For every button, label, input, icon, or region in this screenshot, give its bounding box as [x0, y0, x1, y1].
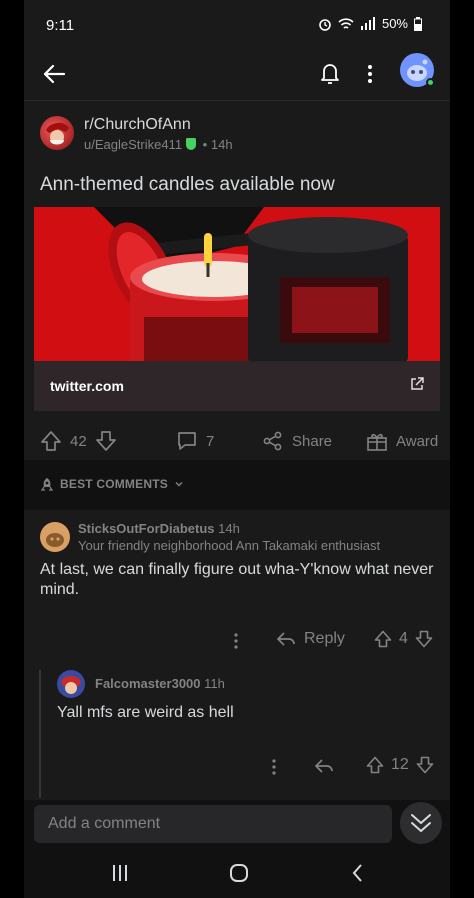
- comment-actions: Reply 4: [24, 630, 450, 652]
- vote-group: 42: [40, 430, 117, 452]
- reply-button[interactable]: Reply: [276, 630, 345, 648]
- share-icon: [263, 431, 282, 451]
- status-icons: 50%: [318, 16, 422, 31]
- reply-arrow-icon[interactable]: [314, 757, 334, 775]
- chevron-down-icon: [175, 482, 183, 487]
- comment-score: 4: [399, 630, 408, 647]
- header-divider: [24, 100, 450, 101]
- upvote-icon[interactable]: [40, 430, 62, 452]
- upvote-icon[interactable]: [374, 630, 392, 648]
- comment-author-line: SticksOutForDiabetus 14h: [78, 521, 240, 536]
- post-score: 42: [70, 432, 87, 450]
- post-author[interactable]: u/EagleStrike411: [84, 137, 182, 152]
- more-options-icon[interactable]: [360, 58, 380, 88]
- status-time: 9:11: [46, 17, 75, 34]
- comment-vote-group: 4: [374, 630, 433, 648]
- system-nav-bar: [24, 848, 450, 898]
- comment-actions: 12: [24, 756, 450, 778]
- post-header: r/ChurchOfAnn u/EagleStrike411 • 14h: [40, 114, 440, 158]
- battery-icon: [414, 16, 422, 31]
- home-icon[interactable]: [228, 862, 250, 884]
- commenter-avatar[interactable]: [40, 522, 70, 552]
- comment-more-icon[interactable]: [228, 632, 244, 650]
- signal-icon: [360, 16, 375, 30]
- wifi-icon: [338, 17, 354, 29]
- comment-body: Yall mfs are weird as hell: [57, 704, 234, 721]
- reply-arrow-icon: [277, 632, 295, 646]
- user-flair: Your friendly neighborhood Ann Takamaki …: [78, 538, 381, 553]
- link-domain[interactable]: twitter.com: [50, 378, 124, 394]
- comment-icon: [178, 432, 196, 450]
- comment-more-icon[interactable]: [266, 758, 282, 776]
- sort-button[interactable]: BEST COMMENTS: [40, 477, 184, 491]
- snoo-avatar-icon: [46, 533, 64, 547]
- double-chevron-down-icon: [411, 814, 431, 832]
- award-label: Award: [396, 432, 439, 450]
- alarm-icon: [319, 18, 331, 31]
- downvote-icon[interactable]: [416, 756, 434, 774]
- downvote-icon[interactable]: [415, 630, 433, 648]
- share-label: Share: [292, 432, 333, 450]
- award-gift-icon: [367, 433, 387, 451]
- online-status-dot: [426, 78, 435, 87]
- comment-username[interactable]: SticksOutForDiabetus: [78, 521, 215, 536]
- post-media-preview[interactable]: twitter.com: [34, 207, 440, 411]
- sort-label: BEST COMMENTS: [60, 477, 168, 491]
- post-title[interactable]: Ann-themed candles available now: [40, 174, 335, 196]
- comment: SticksOutForDiabetus 14h Your friendly n…: [24, 510, 450, 670]
- link-bar[interactable]: twitter.com: [34, 361, 440, 411]
- comment-count: 7: [206, 432, 215, 450]
- app-screen: 9:11 50% r/ChurchOfAnn u/EagleStrike411 …: [24, 0, 450, 898]
- comment-username[interactable]: Falcomaster3000: [95, 676, 201, 691]
- comment-vote-group: 12: [366, 756, 434, 774]
- system-back-icon[interactable]: [350, 862, 366, 884]
- external-link-icon[interactable]: [410, 377, 424, 391]
- reply-comment: Falcomaster3000 11h Yall mfs are weird a…: [54, 660, 450, 790]
- post-actions: 42 7 Share Award: [24, 424, 450, 460]
- status-bar: 9:11 50%: [24, 0, 450, 48]
- verified-shield-icon: [186, 138, 197, 150]
- back-arrow-icon[interactable]: [38, 58, 70, 90]
- upvote-icon[interactable]: [366, 756, 384, 774]
- post-age: 14h: [210, 137, 233, 152]
- recent-apps-icon[interactable]: [110, 862, 130, 884]
- share-button[interactable]: Share: [262, 430, 332, 452]
- comment-age: 14h: [218, 521, 240, 536]
- subreddit-name[interactable]: r/ChurchOfAnn: [84, 116, 191, 134]
- reply-thread-line[interactable]: [39, 670, 41, 798]
- comment-score: 12: [391, 756, 409, 773]
- meta-separator: •: [202, 137, 208, 152]
- award-button[interactable]: Award: [366, 430, 438, 452]
- post-meta: u/EagleStrike411 • 14h: [84, 137, 233, 152]
- downvote-icon[interactable]: [95, 430, 117, 452]
- comment-body: At last, we can finally figure out wha-Y…: [40, 561, 434, 598]
- comment-author-line: Falcomaster3000 11h: [95, 676, 225, 691]
- next-comment-button[interactable]: [400, 802, 442, 844]
- commenter-avatar[interactable]: [57, 670, 85, 698]
- comment-composer: [24, 800, 450, 848]
- top-app-bar: [24, 48, 450, 100]
- subreddit-icon: [46, 122, 69, 145]
- notification-bell-icon[interactable]: [316, 58, 344, 88]
- add-comment-input[interactable]: [34, 805, 392, 843]
- rocket-icon: [40, 478, 54, 491]
- subreddit-avatar[interactable]: [40, 116, 74, 150]
- reply-label: Reply: [304, 630, 345, 647]
- comment-age: 11h: [204, 676, 225, 691]
- comment-sort-bar: BEST COMMENTS: [24, 460, 450, 510]
- comments-button[interactable]: 7: [176, 430, 214, 452]
- snoo-avatar-icon: [61, 676, 81, 694]
- battery-percent: 50%: [381, 16, 408, 31]
